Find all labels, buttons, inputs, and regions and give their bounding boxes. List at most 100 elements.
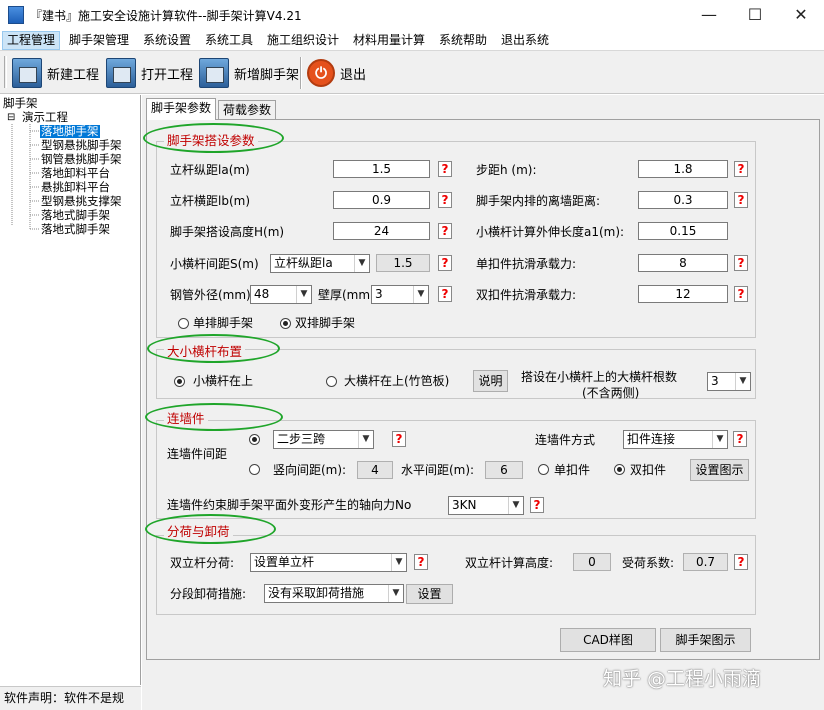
spacing-select[interactable]: 立杆纵距la ▼: [270, 254, 370, 273]
tree-item[interactable]: 钢管悬挑脚手架: [41, 153, 122, 166]
exit-label: 退出: [340, 67, 367, 83]
highlight-ellipse: [147, 334, 280, 363]
add-scaffold-label: 新增脚手架: [234, 67, 300, 83]
exit-button[interactable]: ⏻ 退出: [307, 55, 366, 91]
wall-tie-method-label: 连墙件方式: [535, 433, 596, 447]
minimize-button[interactable]: —: [686, 0, 732, 30]
load-coef-input[interactable]: 0.7: [683, 553, 728, 571]
wall-tie-method-select[interactable]: 扣件连接 ▼: [623, 430, 728, 449]
step-input[interactable]: 1.8: [638, 160, 728, 178]
new-project-button[interactable]: 新建工程: [12, 55, 99, 91]
wall-tie-method-value: 扣件连接: [627, 432, 676, 446]
add-scaffold-button[interactable]: 新增脚手架: [199, 55, 299, 91]
tree-root[interactable]: 脚手架: [3, 97, 38, 110]
horizontal-spacing-input[interactable]: 6: [485, 461, 523, 479]
tree-item[interactable]: 悬挑卸料平台: [41, 181, 110, 194]
height-input[interactable]: 24: [333, 222, 430, 240]
a1-label: 小横杆计算外伸长度a1(m):: [476, 225, 625, 239]
vertical-spacing-input[interactable]: 4: [357, 461, 393, 479]
menu-material[interactable]: 材料用量计算: [349, 31, 429, 50]
tree-collapse-toggle[interactable]: ⊟: [7, 111, 15, 124]
help-icon[interactable]: ?: [392, 431, 406, 447]
la-input[interactable]: 1.5: [333, 160, 430, 178]
status-bar: 软件声明：软件不是规: [0, 686, 141, 710]
maximize-button[interactable]: ☐: [732, 0, 778, 30]
chevron-down-icon: ▼: [391, 554, 406, 571]
menu-exit[interactable]: 退出系统: [497, 31, 553, 50]
highlight-ellipse: [145, 514, 276, 544]
double-pole-select[interactable]: 设置单立杆 ▼: [250, 553, 407, 572]
menu-tools[interactable]: 系统工具: [201, 31, 257, 50]
wall-thickness-select[interactable]: 3 ▼: [371, 285, 429, 304]
unload-label: 分段卸荷措施:: [170, 587, 247, 601]
help-icon[interactable]: ?: [733, 431, 747, 447]
single-slip-input[interactable]: 8: [638, 254, 728, 272]
single-row-radio[interactable]: [178, 318, 189, 329]
unload-value: 没有采取卸荷措施: [268, 586, 365, 600]
bar-count-select[interactable]: 3 ▼: [707, 372, 751, 391]
tree-item[interactable]: 落地卸料平台: [41, 167, 110, 180]
tree-item[interactable]: 落地式脚手架: [41, 209, 110, 222]
double-row-label: 双排脚手架: [295, 316, 356, 330]
explain-button[interactable]: 说明: [473, 370, 508, 392]
open-project-icon: [106, 58, 136, 88]
setup-diagram-button[interactable]: 设置图示: [690, 459, 749, 481]
bar-count-label: 搭设在小横杆上的大横杆根数: [521, 370, 678, 384]
help-icon[interactable]: ?: [438, 286, 452, 302]
help-icon[interactable]: ?: [734, 554, 748, 570]
open-project-label: 打开工程: [141, 67, 194, 83]
double-row-radio[interactable]: [280, 318, 291, 329]
menu-scaffold[interactable]: 脚手架管理: [65, 31, 133, 50]
pipe-od-select[interactable]: 48 ▼: [250, 285, 312, 304]
help-icon[interactable]: ?: [734, 286, 748, 302]
help-icon[interactable]: ?: [438, 161, 452, 177]
double-slip-input[interactable]: 12: [638, 285, 728, 303]
preset-spacing-radio[interactable]: [249, 434, 260, 445]
tree-item[interactable]: 落地式脚手架: [41, 223, 110, 236]
axial-force-select[interactable]: 3KN ▼: [448, 496, 524, 515]
help-icon[interactable]: ?: [438, 223, 452, 239]
unload-setup-button[interactable]: 设置: [406, 584, 453, 604]
unload-select[interactable]: 没有采取卸荷措施 ▼: [264, 584, 404, 603]
calc-height-input[interactable]: 0: [573, 553, 611, 571]
step-label: 步距h (m):: [476, 163, 537, 177]
tab-load-params[interactable]: 荷载参数: [218, 100, 277, 120]
single-fastener-radio[interactable]: [538, 464, 549, 475]
tab-scaffold-params[interactable]: 脚手架参数: [146, 98, 217, 120]
double-fastener-radio[interactable]: [614, 464, 625, 475]
help-icon[interactable]: ?: [438, 192, 452, 208]
a1-input[interactable]: 0.15: [638, 222, 728, 240]
horizontal-spacing-label: 水平间距(m):: [401, 463, 475, 477]
menu-settings[interactable]: 系统设置: [139, 31, 195, 50]
menu-project[interactable]: 工程管理: [2, 31, 61, 50]
help-icon[interactable]: ?: [734, 192, 748, 208]
tree-item[interactable]: 型钢悬挑脚手架: [41, 139, 122, 152]
double-pole-label: 双立杆分荷:: [170, 556, 235, 570]
help-icon[interactable]: ?: [530, 497, 544, 513]
help-icon[interactable]: ?: [734, 255, 748, 271]
chevron-down-icon: ▼: [388, 585, 403, 602]
help-icon[interactable]: ?: [414, 554, 428, 570]
open-project-button[interactable]: 打开工程: [106, 55, 193, 91]
wall-distance-input[interactable]: 0.3: [638, 191, 728, 209]
tree-item[interactable]: 型钢悬挑支撑架: [41, 195, 122, 208]
close-button[interactable]: ✕: [778, 0, 824, 30]
custom-spacing-radio[interactable]: [249, 464, 260, 475]
toolbar: 新建工程 打开工程 新增脚手架 ⏻ 退出: [0, 51, 824, 94]
tree-project[interactable]: 演示工程: [22, 111, 68, 124]
project-tree: 脚手架 ⊟ 演示工程 落地脚手架 型钢悬挑脚手架 钢管悬挑脚手架 落地卸料平台 …: [0, 95, 141, 685]
scaffold-diagram-button[interactable]: 脚手架图示: [660, 628, 751, 652]
menu-help[interactable]: 系统帮助: [435, 31, 491, 50]
tree-item-selected[interactable]: 落地脚手架: [40, 125, 100, 138]
lb-input[interactable]: 0.9: [333, 191, 430, 209]
help-icon[interactable]: ?: [734, 161, 748, 177]
big-bar-top-label: 大横杆在上(竹笆板): [344, 374, 450, 388]
preset-spacing-select[interactable]: 二步三跨 ▼: [273, 430, 374, 449]
cad-sample-button[interactable]: CAD样图: [560, 628, 656, 652]
menu-construction-design[interactable]: 施工组织设计: [263, 31, 343, 50]
big-bar-top-radio[interactable]: [326, 376, 337, 387]
vertical-spacing-label: 竖向间距(m):: [273, 463, 347, 477]
small-bar-top-radio[interactable]: [174, 376, 185, 387]
pipe-od-value: 48: [254, 287, 270, 301]
help-icon[interactable]: ?: [438, 255, 452, 271]
